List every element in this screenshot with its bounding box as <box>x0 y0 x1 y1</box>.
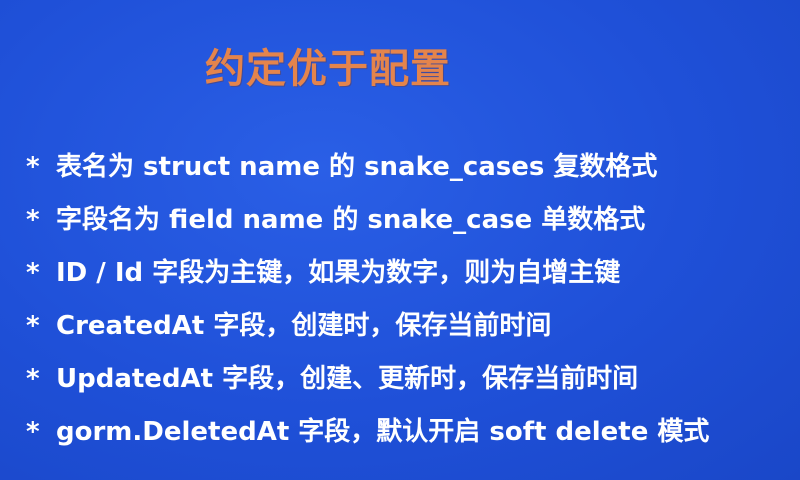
slide-title: 约定优于配置 <box>205 46 451 92</box>
bullet-item: * CreatedAt 字段，创建时，保存当前时间 <box>26 305 709 358</box>
slide: 约定优于配置 * 表名为 struct name 的 snake_cases 复… <box>0 0 800 480</box>
bullet-text-primary-key: ID / Id 字段为主键，如果为数字，则为自增主键 <box>56 258 621 288</box>
bullet-item: * 表名为 struct name 的 snake_cases 复数格式 <box>26 146 709 199</box>
bullet-marker: * <box>26 205 40 235</box>
bullet-item: * 字段名为 field name 的 snake_case 单数格式 <box>26 199 709 252</box>
bullet-marker: * <box>26 364 40 394</box>
bullet-item: * UpdatedAt 字段，创建、更新时，保存当前时间 <box>26 358 709 411</box>
bullet-text-deleted-at: gorm.DeletedAt 字段，默认开启 soft delete 模式 <box>56 417 710 447</box>
bullet-text-updated-at: UpdatedAt 字段，创建、更新时，保存当前时间 <box>56 364 639 394</box>
bullet-text-table-name: 表名为 struct name 的 snake_cases 复数格式 <box>56 152 658 182</box>
bullet-text-created-at: CreatedAt 字段，创建时，保存当前时间 <box>56 311 552 341</box>
bullet-item: * ID / Id 字段为主键，如果为数字，则为自增主键 <box>26 252 709 305</box>
bullet-list: * 表名为 struct name 的 snake_cases 复数格式 * 字… <box>26 146 709 464</box>
bullet-marker: * <box>26 417 40 447</box>
bullet-marker: * <box>26 258 40 288</box>
bullet-item: * gorm.DeletedAt 字段，默认开启 soft delete 模式 <box>26 411 709 464</box>
bullet-marker: * <box>26 152 40 182</box>
bullet-text-field-name: 字段名为 field name 的 snake_case 单数格式 <box>56 205 646 235</box>
bullet-marker: * <box>26 311 40 341</box>
